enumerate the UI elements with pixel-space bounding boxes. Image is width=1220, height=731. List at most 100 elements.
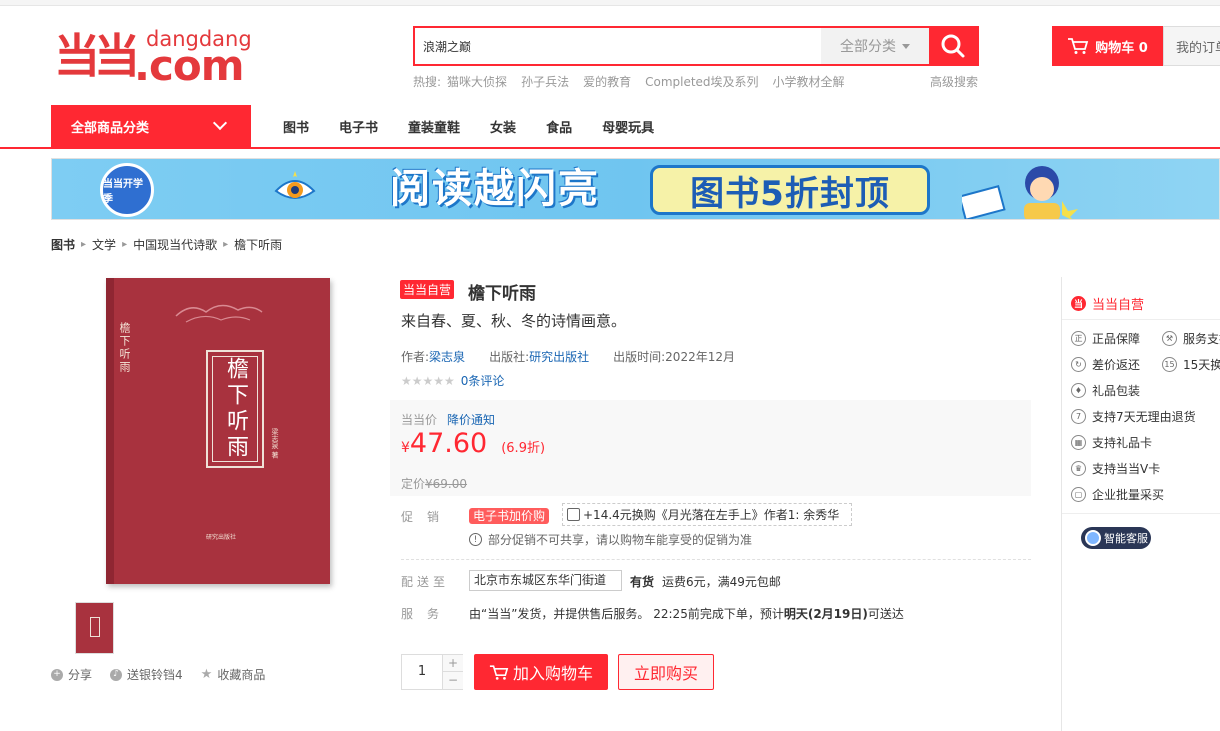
author-link[interactable]: 梁志泉 (429, 350, 465, 364)
favorite-label: 收藏商品 (217, 668, 266, 682)
promo-offer[interactable]: +14.4元换购《月光落在左手上》作者1: 余秀华 (562, 503, 852, 526)
rating: ★★★★★ 0条评论 (401, 372, 504, 389)
thumbnail-image[interactable] (75, 602, 114, 654)
wrench-icon: ⚒ (1162, 331, 1177, 346)
service-support: ⚒ 服务支持 (1162, 330, 1220, 347)
nav-link-food[interactable]: 食品 (546, 117, 572, 136)
service-label: 支持7天无理由退货 (1092, 410, 1196, 424)
delivery-date: 明天(2月19日) (783, 607, 868, 621)
promo-banner[interactable]: 当当开学季 阅读越闪亮 图书5折封顶 (51, 158, 1220, 220)
book-cover-small-title: 檐下听雨 (118, 322, 131, 374)
main-nav: 全部商品分类 图书 电子书 童装童鞋 女装 食品 母婴玩具 (0, 105, 1220, 149)
smart-customer-service-button[interactable]: 智能客服 (1081, 527, 1151, 549)
nav-link-kids-wear[interactable]: 童装童鞋 (408, 117, 460, 136)
breadcrumb-item[interactable]: 图书 (51, 236, 75, 253)
book-cover-title: 檐下听雨 (212, 356, 258, 462)
book-spine (106, 278, 114, 584)
gift-bell-label: 送银铃铛4 (127, 668, 183, 682)
price-label: 当当价 (401, 413, 438, 427)
cart-button[interactable]: 购物车 0 (1052, 26, 1163, 66)
nav-links: 图书 电子书 童装童鞋 女装 食品 母婴玩具 (283, 105, 684, 147)
panel-divider (1062, 319, 1220, 320)
book-cover-image[interactable]: 檐下听雨 檐下听雨 梁志泉 著 研究出版社 (106, 278, 330, 584)
service-label: 正品保障 (1092, 332, 1141, 346)
publish-date: 出版时间:2022年12月 (613, 350, 735, 364)
shipping-fee: 运费6元，满49元包邮 (662, 575, 781, 589)
gift-icon: ♦ (1071, 383, 1086, 398)
publisher-link[interactable]: 研究出版社 (529, 350, 589, 364)
service-v-card: ♛ 支持当当V卡 (1071, 460, 1160, 477)
breadcrumb-item[interactable]: 文学 (92, 236, 116, 253)
price-value: 47.60 (409, 428, 488, 459)
banner-promo-box: 图书5折封顶 (650, 165, 930, 215)
nav-link-baby-toys[interactable]: 母婴玩具 (602, 117, 654, 136)
share-bar: + 分享 ♪ 送银铃铛4 ★ 收藏商品 (51, 666, 265, 683)
search-category-select[interactable]: 全部分类 (821, 28, 929, 64)
service-label: 支持礼品卡 (1092, 436, 1153, 450)
share-button[interactable]: + 分享 (51, 666, 92, 683)
back-to-school-badge: 当当开学季 (100, 163, 154, 217)
chevron-right-icon: ▸ (223, 239, 229, 250)
all-categories-menu[interactable]: 全部商品分类 (51, 105, 251, 147)
banner-promo-text: 图书5折封顶 (690, 173, 890, 214)
logo-text-big: .com (134, 41, 244, 90)
nav-link-ebooks[interactable]: 电子书 (339, 117, 378, 136)
briefcase-icon: ▢ (1071, 487, 1086, 502)
chevron-right-icon: ▸ (81, 239, 87, 250)
crown-icon: ♛ (1071, 461, 1086, 476)
advanced-search-link[interactable]: 高级搜索 (930, 73, 978, 90)
hot-term[interactable]: 孙子兵法 (521, 73, 569, 90)
promo-offer-text: +14.4元换购《月光落在左手上》作者1: 余秀华 (583, 508, 840, 522)
search-bar: 全部分类 (413, 26, 979, 66)
star-icon: ★ (200, 667, 213, 682)
add-to-cart-button[interactable]: 加入购物车 (474, 654, 608, 690)
thumbnail-label (90, 617, 100, 637)
gift-bell-button[interactable]: ♪ 送银铃铛4 (110, 666, 183, 683)
publisher-info: 出版社:研究出版社 (489, 348, 589, 365)
nav-link-women[interactable]: 女装 (490, 117, 516, 136)
product-subtitle: 来自春、夏、秋、冬的诗情画意。 (401, 312, 627, 330)
service-panel: 当 当当自营 正正品保障 ⚒ 服务支持 ↻ 差价返还 15 15天换货 ♦ 礼品包装 7… (1061, 277, 1220, 731)
service-label: 企业批量采买 (1092, 488, 1165, 502)
seven-day-icon: 7 (1071, 409, 1086, 424)
hot-term[interactable]: 小学教材全解 (773, 73, 845, 90)
reviews-link[interactable]: 0条评论 (461, 372, 505, 389)
price-notify-link[interactable]: 降价通知 (447, 413, 495, 427)
banner-headline: 阅读越闪亮 (390, 166, 600, 212)
chevron-right-icon: ▸ (122, 239, 128, 250)
breadcrumb-current: 檐下听雨 (234, 238, 283, 252)
promo-note-text: 部分促销不可共享，请以购物车能享受的促销为准 (488, 533, 753, 547)
service-gift-wrap: ♦ 礼品包装 (1071, 382, 1140, 399)
service-label: 服务支持 (1183, 332, 1220, 346)
nav-link-books[interactable]: 图书 (283, 117, 309, 136)
quantity-minus-button[interactable]: − (442, 672, 463, 689)
my-order-link[interactable]: 我的订单 (1163, 26, 1220, 66)
author-info: 作者:梁志泉 (401, 348, 465, 365)
favorite-button[interactable]: ★ 收藏商品 (201, 666, 266, 683)
book-title-label: 檐下听雨 (206, 350, 264, 468)
hot-term[interactable]: Completed埃及系列 (645, 73, 758, 90)
dangdang-logo[interactable]: 当当 dangdang .com (54, 26, 254, 90)
cloud-pattern (175, 304, 263, 323)
promo-checkbox[interactable] (567, 508, 580, 521)
eye-icon (274, 171, 316, 199)
address-select[interactable]: 北京市东城区东华门街道 (469, 570, 622, 591)
info-icon: ! (469, 533, 482, 546)
quantity-input[interactable]: 1 (402, 655, 442, 689)
breadcrumb-item[interactable]: 中国现当代诗歌 (133, 236, 217, 253)
divider (401, 559, 1031, 560)
hot-term[interactable]: 猫咪大侦探 (447, 73, 507, 90)
list-price: 定价¥69.00 (401, 475, 467, 492)
add-to-cart-label: 加入购物车 (512, 664, 593, 683)
buy-now-button[interactable]: 立即购买 (618, 654, 714, 690)
service-bulk-purchase: ▢ 企业批量采买 (1071, 486, 1164, 503)
discount-rate: (6.9折) (501, 441, 546, 456)
list-price-value: ¥69.00 (425, 477, 468, 491)
hot-term[interactable]: 爱的教育 (583, 73, 631, 90)
search-button[interactable] (929, 28, 977, 64)
panel-header-label: 当当自营 (1092, 298, 1145, 313)
quantity-plus-button[interactable]: + (442, 655, 463, 672)
robot-face-icon (1085, 530, 1101, 546)
search-input[interactable] (415, 28, 821, 64)
book-cover-publisher: 研究出版社 (206, 534, 237, 541)
